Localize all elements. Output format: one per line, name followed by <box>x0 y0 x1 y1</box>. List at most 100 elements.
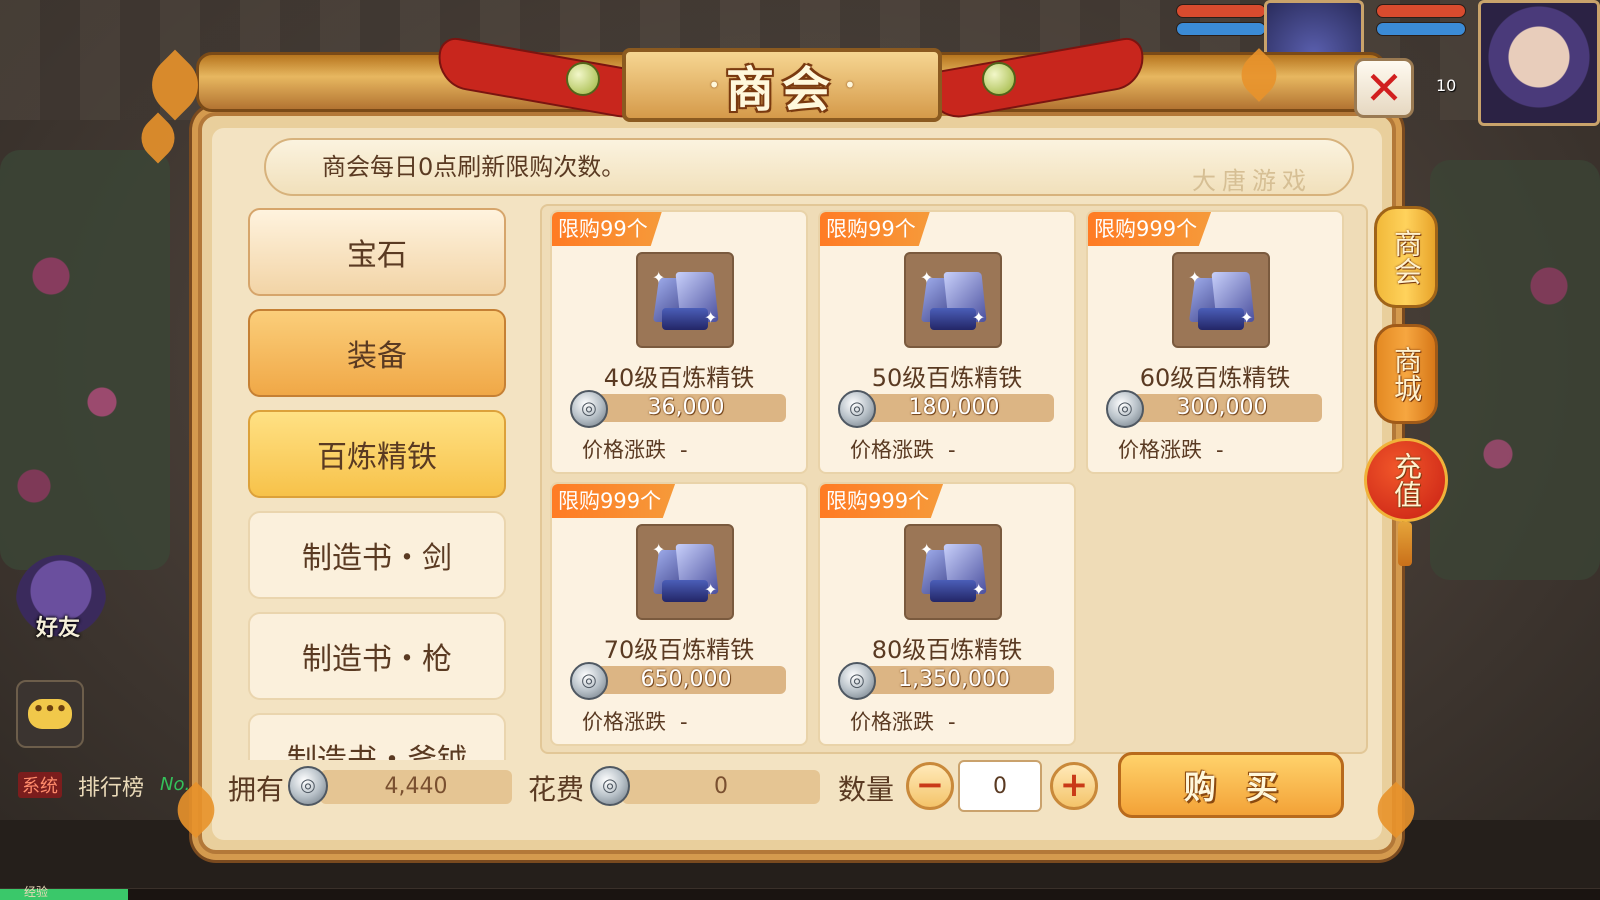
minus-icon: − <box>915 765 945 805</box>
buy-button[interactable]: 购买 <box>1118 752 1344 818</box>
side-tab-recharge[interactable]: 充值 <box>1364 438 1448 522</box>
silver-coin-icon <box>838 390 876 428</box>
item-card[interactable]: 限购999个 ✦✦ 80级百炼精铁 1,350,000 价格涨跌- <box>818 482 1076 746</box>
background-flowers-left <box>0 150 170 570</box>
price-change-value: - <box>948 710 956 734</box>
silver-coin-icon <box>570 662 608 700</box>
exp-bar <box>0 888 1600 900</box>
item-price: 36,000 <box>586 394 786 422</box>
purchase-footer: 拥有 4,440 花费 0 数量 − + 购买 <box>220 752 1380 824</box>
category-equipment[interactable]: 装备 <box>248 309 506 397</box>
crystal-icon: ✦ ✦ <box>918 540 988 604</box>
category-label: 制造书・剑 <box>302 541 452 576</box>
refined-iron-icon: ✦ ✦ <box>636 524 734 620</box>
refresh-notice: 商会每日0点刷新限购次数。 大唐游戏 <box>264 138 1354 196</box>
price-change-label: 价格涨跌 <box>1118 438 1202 462</box>
category-refined-iron[interactable]: 百炼精铁 <box>248 410 506 498</box>
price-change: 价格涨跌 - <box>582 706 688 736</box>
category-label: 制造书・枪 <box>302 642 452 677</box>
player-mp-bar <box>1376 22 1466 36</box>
plus-icon: + <box>1059 765 1089 805</box>
item-name: 70级百炼精铁 <box>603 636 755 664</box>
title-plaque: • 商会 • <box>622 48 942 122</box>
silver-coin-icon <box>570 390 608 428</box>
purchase-limit-tag: 限购999个 <box>820 484 944 518</box>
price-change-label: 价格涨跌 <box>850 438 934 462</box>
own-label: 拥有 <box>228 773 285 806</box>
close-button[interactable]: ✕ <box>1354 58 1414 118</box>
refined-iron-icon: ✦ ✦ <box>904 252 1002 348</box>
refined-iron-icon: ✦ ✦ <box>904 524 1002 620</box>
chat-button[interactable]: ••• <box>16 680 84 748</box>
background-flowers-right <box>1430 160 1600 580</box>
close-icon: ✕ <box>1364 61 1404 115</box>
price-change-value: - <box>1216 438 1224 462</box>
system-tag: 系统 <box>18 772 62 798</box>
item-price: 180,000 <box>854 394 1054 422</box>
refined-iron-icon: ✦ ✦ <box>1172 252 1270 348</box>
notice-watermark: 大唐游戏 <box>1192 167 1312 195</box>
category-craft-book-spear[interactable]: 制造书・枪 <box>248 612 506 700</box>
title-dot-left: • <box>708 73 720 97</box>
rank-label[interactable]: 排行榜 <box>78 770 144 802</box>
quantity-decrease-button[interactable]: − <box>906 762 954 810</box>
tassel-decoration <box>1398 522 1412 566</box>
cost-amount: 0 <box>622 770 820 804</box>
side-tab-mall[interactable]: 商城 <box>1374 324 1438 424</box>
side-tab-chamber-of-commerce[interactable]: 商会 <box>1374 206 1438 308</box>
chat-bubble-icon: ••• <box>28 699 72 729</box>
own-amount: 4,440 <box>320 770 512 804</box>
category-label: 宝石 <box>347 238 407 273</box>
player-hp-bar <box>1376 4 1466 18</box>
item-card[interactable]: 限购999个 ✦✦ 70级百炼精铁 650,000 价格涨跌- <box>550 482 808 746</box>
silver-coin-icon <box>590 766 630 806</box>
category-label: 百炼精铁 <box>317 440 437 475</box>
silver-coin-icon <box>838 662 876 700</box>
cost-label: 花费 <box>528 773 585 806</box>
price-change-value: - <box>680 710 688 734</box>
price-change-label: 价格涨跌 <box>850 710 934 734</box>
price-change-value: - <box>948 438 956 462</box>
panel-title: 商会 <box>725 62 838 118</box>
quantity-label: 数量 <box>838 773 895 806</box>
category-gem[interactable]: 宝石 <box>248 208 506 296</box>
title-dot-right: • <box>844 73 856 97</box>
banner-jade-ball-right <box>982 62 1016 96</box>
pet-mp-bar <box>1176 22 1266 36</box>
player-portrait[interactable] <box>1478 0 1600 126</box>
item-price: 1,350,000 <box>854 666 1054 694</box>
category-craft-book-axe[interactable]: 制造书・斧钺 <box>248 713 506 760</box>
silver-coin-icon <box>1106 390 1144 428</box>
price-change: 价格涨跌 - <box>850 706 956 736</box>
item-grid: 限购99个 ✦✦ 40级百炼精铁 36,000 价格涨跌- 限购99个 ✦✦ 5… <box>540 204 1368 754</box>
exp-fill <box>0 889 128 900</box>
purchase-limit-tag: 限购99个 <box>552 212 662 246</box>
quantity-input[interactable] <box>958 760 1042 812</box>
category-craft-book-sword[interactable]: 制造书・剑 <box>248 511 506 599</box>
item-name: 50级百炼精铁 <box>871 364 1023 392</box>
price-change-label: 价格涨跌 <box>582 710 666 734</box>
category-list[interactable]: 宝石 装备 百炼精铁 制造书・剑 制造书・枪 制造书・斧钺 <box>248 208 508 760</box>
purchase-limit-tag: 限购999个 <box>1088 212 1212 246</box>
crystal-icon: ✦ ✦ <box>918 268 988 332</box>
item-card[interactable]: 限购999个 ✦✦ 60级百炼精铁 300,000 价格涨跌- <box>1086 210 1344 474</box>
item-card[interactable]: 限购99个 ✦✦ 50级百炼精铁 180,000 价格涨跌- <box>818 210 1076 474</box>
price-change-label: 价格涨跌 <box>582 438 666 462</box>
crystal-icon: ✦ ✦ <box>650 540 720 604</box>
side-tab-label: 商城 <box>1390 346 1423 402</box>
friend-label[interactable]: 好友 <box>36 610 80 642</box>
price-change: 价格涨跌 - <box>850 434 956 464</box>
buy-button-label: 购买 <box>1183 768 1308 806</box>
silver-coin-icon <box>288 766 328 806</box>
quantity-increase-button[interactable]: + <box>1050 762 1098 810</box>
item-card[interactable]: 限购99个 ✦✦ 40级百炼精铁 36,000 价格涨跌- <box>550 210 808 474</box>
price-change: 价格涨跌 - <box>582 434 688 464</box>
side-tab-label: 充值 <box>1390 452 1423 508</box>
side-tab-label: 商会 <box>1390 229 1423 285</box>
player-status-bars <box>1376 4 1466 40</box>
pet-status-bars <box>1176 4 1266 40</box>
item-name: 40级百炼精铁 <box>603 364 755 392</box>
item-price: 300,000 <box>1122 394 1322 422</box>
category-label: 装备 <box>347 339 407 374</box>
refined-iron-icon: ✦ ✦ <box>636 252 734 348</box>
